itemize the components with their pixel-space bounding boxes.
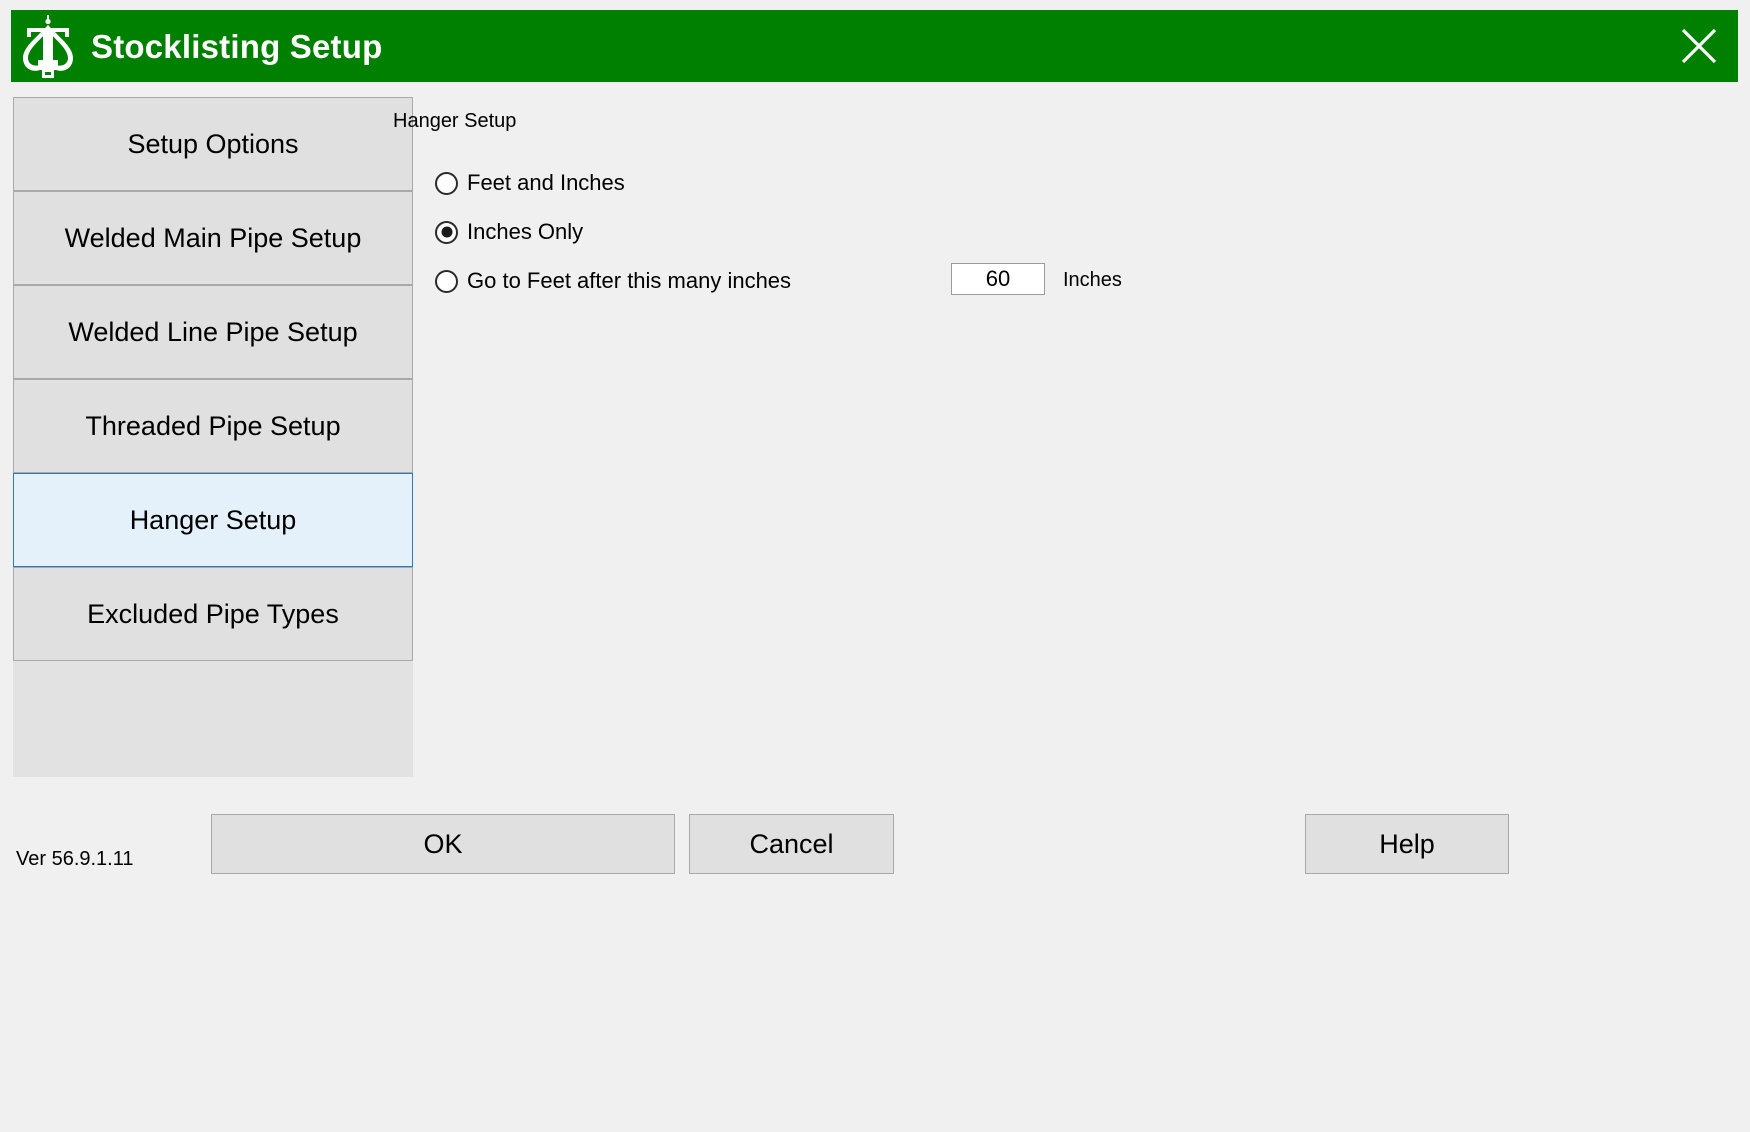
sidebar-item-threaded-pipe-setup[interactable]: Threaded Pipe Setup bbox=[13, 379, 413, 473]
radio-label-inches-only[interactable]: Inches Only bbox=[467, 219, 583, 245]
ok-button[interactable]: OK bbox=[211, 814, 675, 874]
close-icon[interactable] bbox=[1670, 17, 1728, 75]
sidebar-item-excluded-pipe-types[interactable]: Excluded Pipe Types bbox=[13, 567, 413, 661]
sprinkler-head-logo-icon bbox=[23, 15, 73, 78]
sidebar-item-label: Hanger Setup bbox=[129, 504, 297, 535]
section-title: Hanger Setup bbox=[393, 110, 517, 132]
sidebar-item-welded-line-pipe-setup[interactable]: Welded Line Pipe Setup bbox=[13, 285, 413, 379]
sidebar-item-label: Excluded Pipe Types bbox=[87, 598, 339, 629]
radio-row-inches-only[interactable]: Inches Only bbox=[435, 212, 1733, 252]
sidebar-item-welded-main-pipe-setup[interactable]: Welded Main Pipe Setup bbox=[13, 191, 413, 285]
radio-row-go-to-feet[interactable]: Go to Feet after this many inches Inches bbox=[435, 261, 1733, 301]
window-title: Stocklisting Setup bbox=[91, 27, 383, 65]
sidebar-item-setup-options[interactable]: Setup Options bbox=[13, 97, 413, 191]
title-bar: Stocklisting Setup bbox=[11, 10, 1738, 82]
sidebar-item-label: Welded Line Pipe Setup bbox=[68, 316, 358, 347]
ok-button-label: OK bbox=[423, 828, 463, 859]
radio-label-feet-and-inches[interactable]: Feet and Inches bbox=[467, 170, 625, 196]
version-label: Ver 56.9.1.11 bbox=[16, 848, 134, 870]
inches-unit-label: Inches bbox=[1063, 269, 1122, 291]
sidebar-item-label: Welded Main Pipe Setup bbox=[64, 222, 362, 253]
help-button[interactable]: Help bbox=[1305, 814, 1509, 874]
radio-label-go-to-feet[interactable]: Go to Feet after this many inches bbox=[467, 268, 791, 294]
cancel-button-label: Cancel bbox=[749, 828, 834, 859]
sidebar: Setup Options Welded Main Pipe Setup Wel… bbox=[13, 97, 413, 777]
sidebar-item-label: Setup Options bbox=[127, 128, 299, 159]
sidebar-item-label: Threaded Pipe Setup bbox=[85, 410, 341, 441]
sidebar-item-hanger-setup[interactable]: Hanger Setup bbox=[13, 473, 413, 567]
sidebar-empty-area bbox=[13, 661, 413, 777]
help-button-label: Help bbox=[1379, 828, 1435, 859]
radio-row-feet-and-inches[interactable]: Feet and Inches bbox=[435, 163, 1733, 203]
go-to-feet-inches-input[interactable] bbox=[951, 263, 1045, 295]
cancel-button[interactable]: Cancel bbox=[689, 814, 894, 874]
radio-feet-and-inches[interactable] bbox=[435, 171, 458, 195]
radio-inches-only[interactable] bbox=[435, 220, 458, 244]
hanger-setup-panel: Hanger Setup Feet and Inches Inches Only… bbox=[393, 110, 1733, 310]
radio-go-to-feet[interactable] bbox=[435, 269, 458, 293]
